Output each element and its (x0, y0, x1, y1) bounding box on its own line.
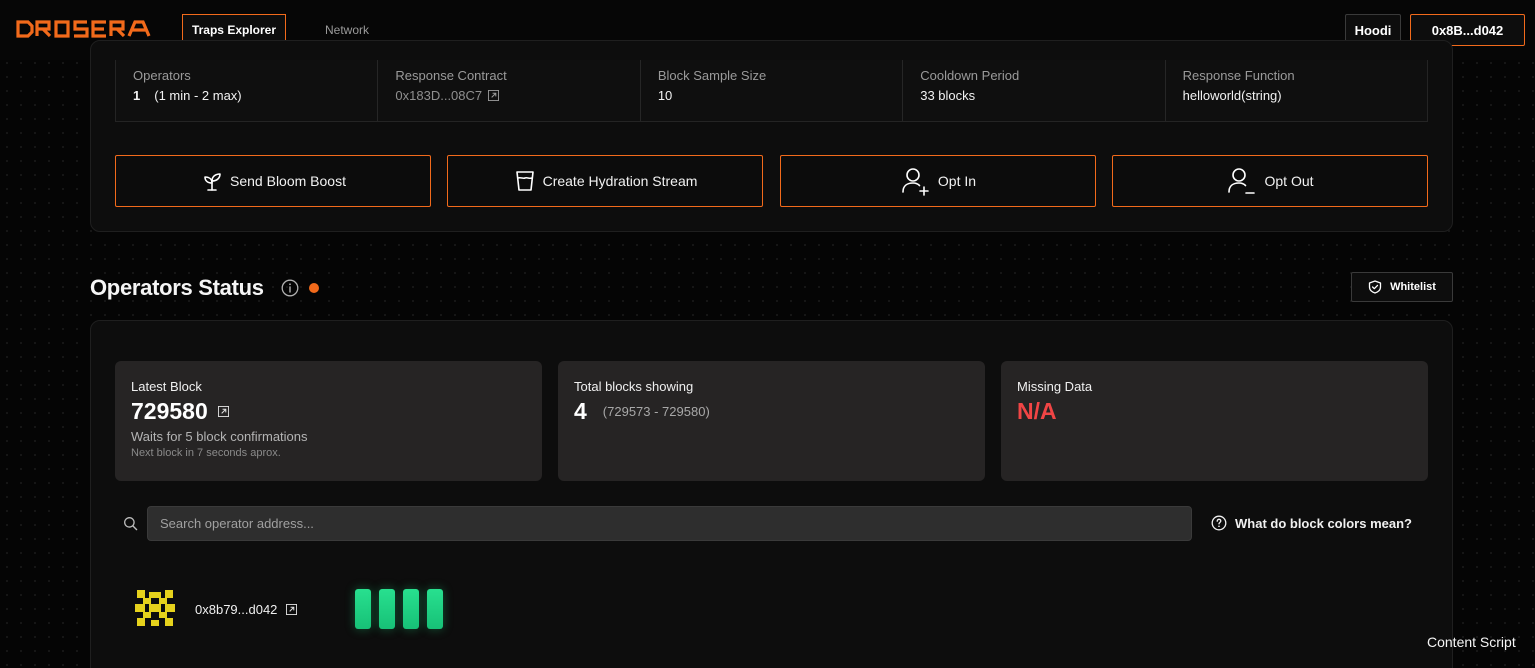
action-label: Opt In (937, 173, 977, 189)
user-plus-icon (902, 168, 929, 196)
operator-address-link[interactable]: 0x8b79...d042 (195, 601, 298, 617)
missing-data-value: N/A (1017, 398, 1057, 424)
action-label: Send Bloom Boost (230, 173, 346, 189)
stat-label: Total blocks showing (574, 379, 694, 394)
opt-out-button[interactable]: Opt Out (1112, 155, 1428, 207)
search-operator-input[interactable] (147, 506, 1192, 541)
content-script-label: Content Script (1427, 634, 1516, 650)
missing-data-stat: Missing Data N/A (1001, 361, 1428, 481)
total-blocks-value-row: 4 (729573 - 729580) (574, 398, 969, 425)
latest-block-stat: Latest Block 729580 Waits for 5 block co… (115, 361, 542, 481)
config-label: Operators (133, 68, 191, 83)
opt-in-button[interactable]: Opt In (780, 155, 1096, 207)
total-blocks-value: 4 (574, 398, 587, 424)
stat-label: Missing Data (1017, 379, 1093, 394)
next-block-text: Next block in 7 seconds aprox. (131, 447, 281, 459)
latest-block-value: 729580 (131, 398, 208, 424)
config-label: Block Sample Size (657, 68, 767, 83)
config-cooldown-period: Cooldown Period 33 blocks (903, 60, 1166, 121)
block-colors-help-link[interactable]: What do block colors mean? (1211, 514, 1412, 532)
block-status-item[interactable] (355, 589, 371, 629)
config-response-contract: Response Contract 0x183D...08C7 (378, 60, 641, 121)
drosera-logo[interactable] (16, 19, 158, 39)
config-response-function: Response Function helloworld(string) (1166, 60, 1427, 121)
status-indicator-dot (309, 283, 319, 293)
config-value: 1 (1 min - 2 max) (133, 88, 377, 103)
total-blocks-stat: Total blocks showing 4 (729573 - 729580) (558, 361, 985, 481)
config-value: 33 blocks (920, 88, 976, 103)
block-status-item[interactable] (403, 589, 419, 629)
stat-label: Latest Block (131, 379, 202, 394)
block-status-item[interactable] (427, 589, 443, 629)
block-range: (729573 - 729580) (602, 404, 710, 419)
user-minus-icon (1228, 168, 1256, 194)
cup-icon (515, 171, 534, 191)
send-bloom-boost-button[interactable]: Send Bloom Boost (115, 155, 431, 207)
whitelist-button[interactable]: Whitelist (1351, 272, 1453, 302)
config-value: 0x183D...08C7 (395, 88, 483, 103)
sprout-icon (204, 173, 221, 191)
config-value: 10 (657, 88, 673, 103)
latest-block-link[interactable]: 729580 (131, 398, 526, 425)
operator-address: 0x8b79...d042 (195, 601, 278, 617)
config-label: Cooldown Period (920, 68, 1020, 83)
confirmations-text: Waits for 5 block confirmations (131, 429, 308, 444)
action-label: Opt Out (1264, 173, 1314, 189)
config-label: Response Function (1182, 68, 1295, 83)
external-link-icon (488, 90, 500, 101)
operators-range: (1 min - 2 max) (154, 88, 242, 103)
info-icon[interactable] (281, 279, 299, 297)
action-label: Create Hydration Stream (542, 173, 698, 189)
external-link-icon (286, 603, 298, 615)
config-block-sample-size: Block Sample Size 10 (641, 60, 904, 121)
create-hydration-stream-button[interactable]: Create Hydration Stream (447, 155, 763, 207)
config-operators: Operators 1 (1 min - 2 max) (116, 60, 379, 121)
help-label: What do block colors mean? (1235, 515, 1412, 531)
whitelist-label: Whitelist (1390, 281, 1436, 293)
operators-status-title: Operators Status (90, 275, 264, 300)
search-icon (124, 517, 138, 531)
question-icon (1211, 515, 1227, 531)
config-value: helloworld(string) (1182, 88, 1282, 103)
operators-count: 1 (133, 88, 141, 103)
external-link-icon (217, 406, 229, 417)
block-status-item[interactable] (379, 589, 395, 629)
response-contract-link[interactable]: 0x183D...08C7 (395, 88, 639, 103)
trap-config-row: Operators 1 (1 min - 2 max) Response Con… (115, 60, 1428, 122)
shield-icon (1368, 280, 1382, 294)
operator-avatar (135, 588, 175, 628)
config-label: Response Contract (395, 68, 507, 83)
operator-block-status (355, 589, 443, 629)
